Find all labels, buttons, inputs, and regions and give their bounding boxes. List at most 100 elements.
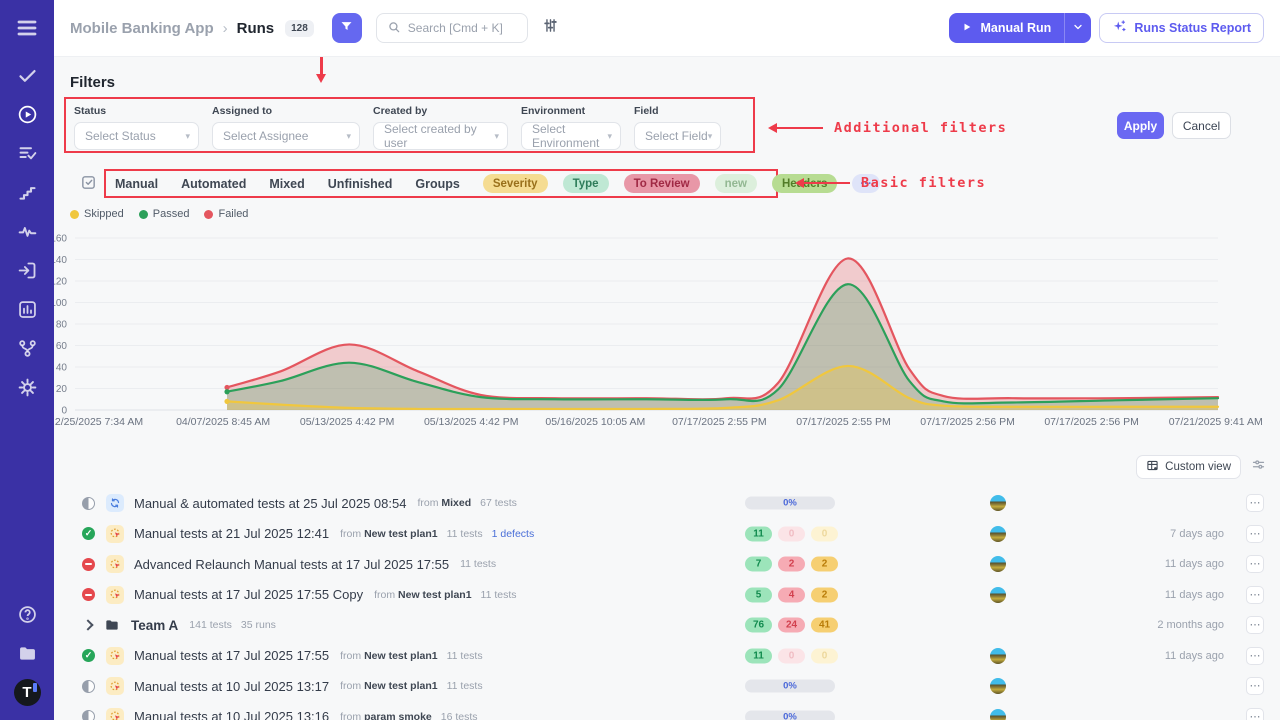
run-defects-link[interactable]: 1 defects [492,528,535,540]
search-input[interactable]: Search [Cmd + K] [376,13,528,43]
legend-item[interactable]: Skipped [70,208,124,220]
filter-field-label: Assigned to [212,105,360,117]
failed-count-badge: 2 [778,557,805,572]
table-row: Manual tests at 21 Jul 2025 12:41 from N… [70,519,1264,550]
run-type-icon [106,555,124,573]
sidebar-item-branches[interactable] [10,335,44,365]
menu-toggle-button[interactable] [10,14,44,44]
row-menu-button[interactable]: ⋯ [1246,616,1264,634]
branch-icon [17,338,38,362]
row-main: Manual & automated tests at 25 Jul 2025 … [70,488,1264,519]
projects-button[interactable] [10,640,44,670]
table-gear-icon [1146,459,1159,475]
filters-title: Filters [70,74,115,91]
breadcrumb-project[interactable]: Mobile Banking App [70,20,214,37]
filter-select[interactable]: Select Field ▾ [634,122,721,150]
passed-count-badge: 5 [745,587,772,602]
bar-chart-icon [17,299,38,323]
row-menu-button[interactable]: ⋯ [1246,708,1264,720]
annotation-additional-filters: Additional filters [768,120,1007,136]
row-main: Manual tests at 10 Jul 2025 13:16 from p… [70,702,1264,720]
filter-toggle-button[interactable] [332,13,362,43]
run-from-name: New test plan1 [364,650,438,662]
sidebar-item-test-plans[interactable] [10,140,44,170]
row-menu-button[interactable]: ⋯ [1246,586,1264,604]
quick-filter-link[interactable]: Mixed [269,177,304,191]
breadcrumb-page[interactable]: Runs [237,20,275,37]
manual-run-dropdown-button[interactable] [1064,13,1091,43]
quick-filter-link[interactable]: Groups [415,177,459,191]
row-menu-button[interactable]: ⋯ [1246,677,1264,695]
filter-field-label: Environment [521,105,621,117]
run-from-name: New test plan1 [364,528,438,540]
run-title[interactable]: Manual tests at 17 Jul 2025 17:55 [134,648,329,663]
custom-view-label: Custom view [1165,461,1231,473]
filter-tag[interactable]: Severity [483,174,548,193]
filter-select[interactable]: Select Assignee ▾ [212,122,360,150]
run-tests-count: 11 tests [447,650,483,662]
run-title[interactable]: Manual & automated tests at 25 Jul 2025 … [134,496,406,511]
run-title[interactable]: Team A [131,618,178,633]
filter-field: Field Select Field ▾ [634,105,721,151]
adjustments-icon[interactable] [542,17,559,39]
folder-icon [17,643,38,667]
row-menu-button[interactable]: ⋯ [1246,494,1264,512]
svg-text:05/13/2025 4:42 PM: 05/13/2025 4:42 PM [300,416,395,428]
quick-filter-link[interactable]: Manual [115,177,158,191]
chart-legend: Skipped Passed Failed [70,208,248,220]
run-progress-bar: 0% [745,710,835,720]
sidebar-item-activity[interactable] [10,218,44,248]
quick-filter-link[interactable]: Automated [181,177,246,191]
run-title[interactable]: Advanced Relaunch Manual tests at 17 Jul… [134,557,449,572]
run-title[interactable]: Manual tests at 10 Jul 2025 13:16 [134,709,329,720]
run-title[interactable]: Manual tests at 10 Jul 2025 13:17 [134,679,329,694]
run-type-icon [103,616,121,634]
avatar [990,495,1006,511]
run-title[interactable]: Manual tests at 21 Jul 2025 12:41 [134,526,329,541]
apply-button[interactable]: Apply [1117,112,1164,139]
run-title[interactable]: Manual tests at 17 Jul 2025 17:55 Copy [134,587,363,602]
cancel-button[interactable]: Cancel [1172,112,1231,139]
run-from: from New test plan1 [374,589,471,601]
filter-tag[interactable]: Type [563,174,609,193]
sidebar-item-steps[interactable] [10,179,44,209]
svg-text:20: 20 [56,384,68,395]
filter-select-placeholder: Select Field [645,129,708,143]
filter-field-label: Created by [373,105,508,117]
skipped-count-badge: 0 [811,526,838,541]
sidebar-item-settings[interactable] [10,374,44,404]
filter-select[interactable]: Select Environment ▾ [521,122,621,150]
svg-text:0: 0 [61,406,67,417]
row-menu-button[interactable]: ⋯ [1246,647,1264,665]
manual-run-button[interactable]: Manual Run [949,13,1064,43]
help-button[interactable] [10,601,44,631]
filter-select[interactable]: Select created by user ▾ [373,122,508,150]
svg-text:05/16/2025 10:05 AM: 05/16/2025 10:05 AM [545,416,645,428]
sidebar-item-import[interactable] [10,257,44,287]
custom-view-button[interactable]: Custom view [1136,455,1241,479]
run-meta: from param smoke 16 tests [340,711,477,720]
filter-tag[interactable]: new [715,174,757,193]
filter-select[interactable]: Select Status ▾ [74,122,199,150]
run-meta: from New test plan1 11 tests [340,680,482,692]
runs-status-report-button[interactable]: Runs Status Report [1099,13,1264,43]
run-result: 11 0 0 [745,648,838,663]
legend-item[interactable]: Passed [139,208,190,220]
row-main: Manual tests at 17 Jul 2025 17:55 from N… [70,641,1264,672]
legend-label: Skipped [84,208,124,220]
quick-filter-link[interactable]: Unfinished [328,177,393,191]
filter-select-placeholder: Select created by user [384,122,494,150]
run-type-icon [106,647,124,665]
row-menu-button[interactable]: ⋯ [1246,555,1264,573]
sidebar-item-runs[interactable] [10,101,44,131]
runs-table: Manual & automated tests at 25 Jul 2025 … [70,488,1264,720]
filter-tag[interactable]: To Review [624,174,700,193]
table-settings-icon[interactable] [1251,457,1266,477]
sidebar-item-analytics[interactable] [10,296,44,326]
run-avatar-cell [990,587,1006,603]
legend-item[interactable]: Failed [204,208,248,220]
sidebar-item-results[interactable] [10,62,44,92]
bulk-select-icon[interactable] [80,174,97,196]
app-logo[interactable]: T [14,679,41,706]
row-menu-button[interactable]: ⋯ [1246,525,1264,543]
